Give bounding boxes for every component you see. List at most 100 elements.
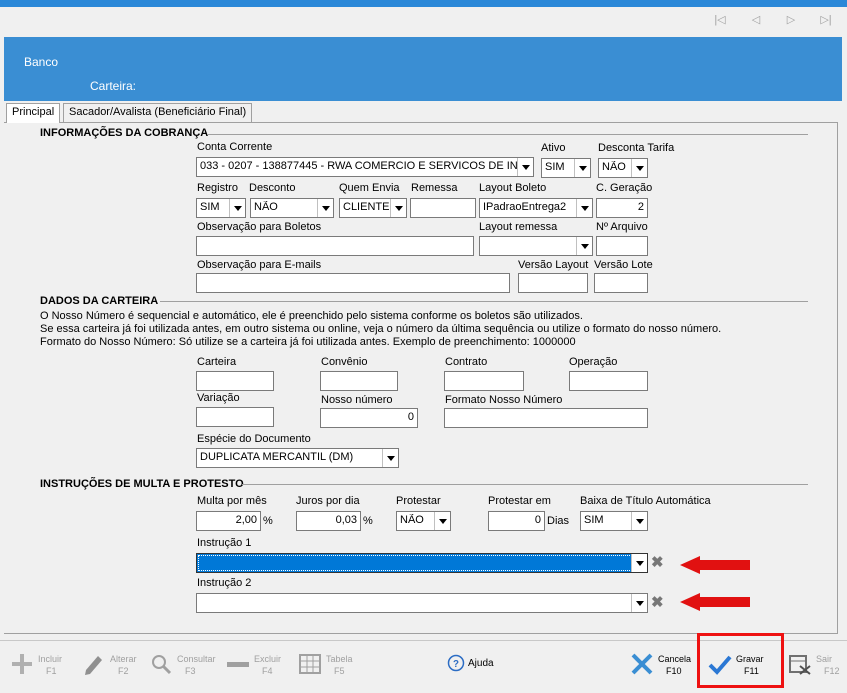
- clear-instrucao-1-icon[interactable]: ✖: [651, 555, 665, 570]
- plus-icon: [12, 654, 32, 674]
- desconta-tarifa-select[interactable]: NÃO: [598, 158, 648, 178]
- last-record-icon[interactable]: ▷|: [818, 13, 834, 27]
- chevron-down-icon: [574, 159, 590, 177]
- layout-boleto-select[interactable]: IPadraoEntrega2: [479, 198, 593, 218]
- section-divider: [242, 484, 808, 485]
- formato-nosso-numero-input[interactable]: [444, 408, 648, 428]
- convenio-input[interactable]: [320, 371, 398, 391]
- multa-section-title: INSTRUÇÕES DE MULTA E PROTESTO: [40, 478, 244, 490]
- nosso-numero-input[interactable]: 0: [320, 408, 418, 428]
- carteira-note-3: Formato do Nosso Número: Só utilize se a…: [40, 336, 576, 348]
- tab-sacador-avalista[interactable]: Sacador/Avalista (Beneficiário Final): [63, 103, 253, 122]
- window-titlebar: [0, 0, 847, 7]
- obs-emails-input[interactable]: [196, 273, 510, 293]
- especie-documento-label: Espécie do Documento: [197, 433, 311, 445]
- minus-icon: [227, 662, 249, 667]
- especie-documento-select[interactable]: DUPLICATA MERCANTIL (DM): [196, 448, 399, 468]
- tab-principal[interactable]: Principal: [6, 103, 61, 123]
- header-panel: Banco Carteira:: [4, 37, 842, 101]
- sair-button[interactable]: Sair F12: [788, 648, 843, 688]
- carteira-label: Carteira:: [90, 79, 137, 93]
- carteira-note-2: Se essa carteira já foi utilizada antes,…: [40, 323, 722, 335]
- consultar-button[interactable]: Consultar F3: [149, 648, 219, 688]
- tabela-button[interactable]: Tabela F5: [298, 648, 358, 688]
- chevron-down-icon: [517, 158, 533, 176]
- multa-mes-input[interactable]: 2,00: [196, 511, 261, 531]
- obs-emails-label: Observação para E-mails: [197, 259, 322, 271]
- protestar-select[interactable]: NÃO: [396, 511, 451, 531]
- remessa-input[interactable]: [410, 198, 476, 218]
- n-arquivo-input[interactable]: [596, 236, 648, 256]
- help-icon: ?: [447, 654, 465, 672]
- svg-text:?: ?: [453, 659, 459, 670]
- c-geracao-label: C. Geração: [596, 182, 653, 194]
- chevron-down-icon: [631, 594, 647, 612]
- convenio-label: Convênio: [321, 356, 368, 368]
- protestar-label: Protestar: [396, 495, 441, 507]
- ativo-select[interactable]: SIM: [541, 158, 591, 178]
- registro-label: Registro: [197, 182, 238, 194]
- obs-boletos-label: Observação para Boletos: [197, 221, 322, 233]
- chevron-down-icon: [576, 199, 592, 217]
- chevron-down-icon: [317, 199, 333, 217]
- layout-remessa-label: Layout remessa: [479, 221, 558, 233]
- multa-percent-suffix: %: [263, 515, 273, 527]
- conta-corrente-select[interactable]: 033 - 0207 - 138877445 - RWA COMERCIO E …: [196, 157, 534, 177]
- protestar-em-input[interactable]: 0: [488, 511, 545, 531]
- bank-label: Banco: [24, 55, 59, 69]
- c-geracao-input[interactable]: 2: [596, 198, 648, 218]
- juros-percent-suffix: %: [363, 515, 373, 527]
- juros-dia-label: Juros por dia: [296, 495, 360, 507]
- contrato-label: Contrato: [445, 356, 488, 368]
- carteira-input[interactable]: [196, 371, 274, 391]
- red-arrow-annotation: [680, 593, 750, 611]
- exit-icon: [789, 655, 811, 675]
- instrucao-1-label: Instrução 1: [197, 537, 252, 549]
- instrucao-1-select[interactable]: [196, 553, 648, 573]
- ajuda-button[interactable]: ? Ajuda: [447, 648, 507, 688]
- gravar-highlight-annotation: [697, 633, 784, 688]
- clear-instrucao-2-icon[interactable]: ✖: [651, 595, 665, 610]
- carteira-label: Carteira: [197, 356, 237, 368]
- contrato-input[interactable]: [444, 371, 524, 391]
- versao-lote-input[interactable]: [594, 273, 648, 293]
- excluir-button[interactable]: Excluir F4: [226, 648, 286, 688]
- carteira-note-1: O Nosso Número é sequencial e automático…: [40, 310, 583, 322]
- registro-select[interactable]: SIM: [196, 198, 246, 218]
- desconto-select[interactable]: NÃO: [250, 198, 334, 218]
- conta-corrente-label: Conta Corrente: [197, 141, 273, 153]
- record-navigation-bar: |◁ ◁ ▷ ▷|: [0, 7, 847, 35]
- cobranca-section-title: INFORMAÇÕES DA COBRANÇA: [40, 127, 209, 139]
- operacao-label: Operação: [569, 356, 618, 368]
- variacao-input[interactable]: [196, 407, 274, 427]
- incluir-button[interactable]: Incluir F1: [10, 648, 70, 688]
- alterar-button[interactable]: Alterar F2: [82, 648, 142, 688]
- pencil-icon: [85, 656, 102, 675]
- versao-lote-label: Versão Lote: [594, 259, 653, 271]
- obs-boletos-input[interactable]: [196, 236, 474, 256]
- section-divider: [208, 134, 808, 135]
- prev-record-icon[interactable]: ◁: [748, 13, 764, 27]
- chevron-down-icon: [434, 512, 450, 530]
- dias-suffix: Dias: [547, 515, 570, 527]
- quem-envia-select[interactable]: CLIENTE: [339, 198, 407, 218]
- cancela-button[interactable]: Cancela F10: [630, 648, 695, 688]
- chevron-down-icon: [631, 554, 647, 572]
- variacao-label: Variação: [197, 392, 240, 404]
- section-divider: [160, 301, 808, 302]
- chevron-down-icon: [576, 237, 592, 255]
- layout-remessa-select[interactable]: [479, 236, 593, 256]
- juros-dia-input[interactable]: 0,03: [296, 511, 361, 531]
- operacao-input[interactable]: [569, 371, 648, 391]
- remessa-label: Remessa: [411, 182, 458, 194]
- versao-layout-input[interactable]: [518, 273, 588, 293]
- baixa-automatica-select[interactable]: SIM: [580, 511, 648, 531]
- red-arrow-annotation: [680, 556, 750, 574]
- baixa-automatica-label: Baixa de Título Automática: [580, 495, 711, 507]
- quem-envia-label: Quem Envia: [339, 182, 400, 194]
- first-record-icon[interactable]: |◁: [712, 13, 728, 27]
- table-icon: [299, 654, 321, 674]
- instrucao-2-select[interactable]: [196, 593, 648, 613]
- protestar-em-label: Protestar em: [488, 495, 551, 507]
- next-record-icon[interactable]: ▷: [783, 13, 799, 27]
